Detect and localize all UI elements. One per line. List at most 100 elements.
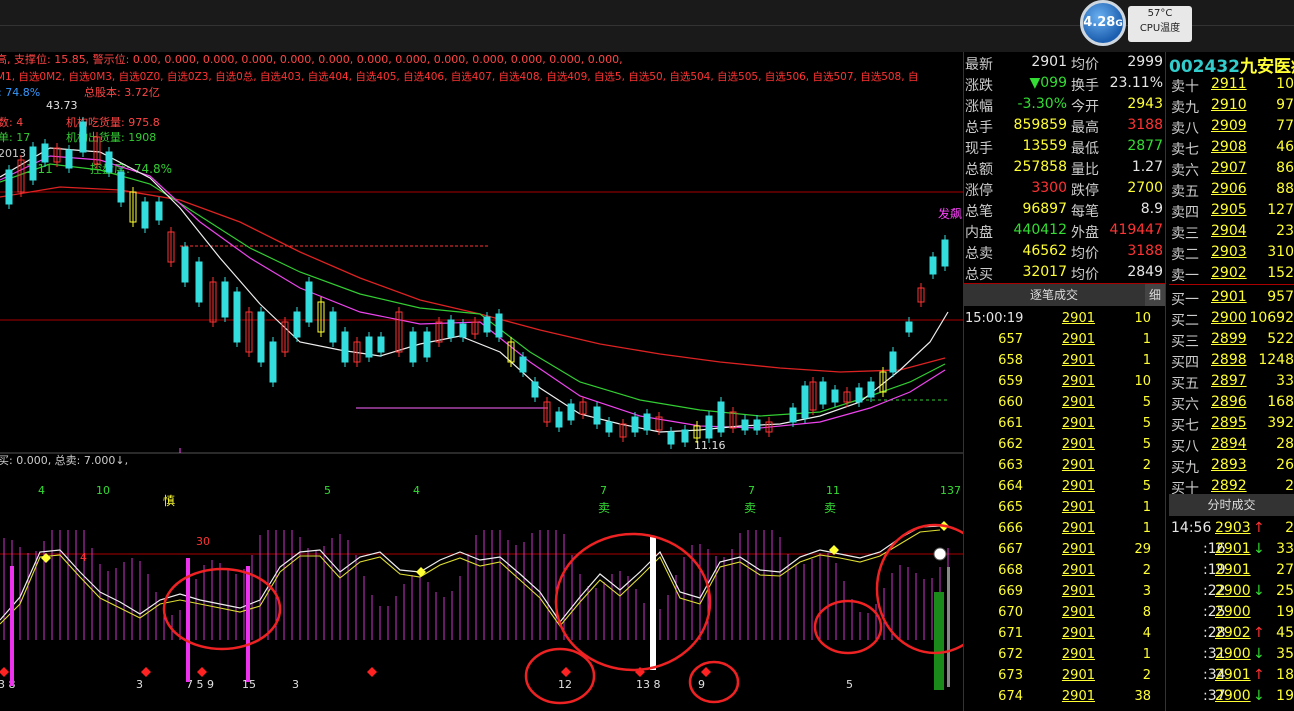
bid-row[interactable]: 买五 2897 33 [1169, 371, 1294, 392]
ask-row[interactable]: 卖四 2905 127 [1169, 200, 1294, 221]
trade-volume: 2 [1142, 563, 1151, 578]
kline-chart[interactable]: 高, 支撑位: 15.85, 警示位: 0.00, 0.000, 0.000, … [0, 52, 963, 711]
fa-label: 发飙 [938, 206, 962, 221]
timesale-row: 14:56 2903 ↑ 2 [1169, 518, 1294, 539]
bid-price: 2893 [1211, 457, 1247, 473]
ask-price: 2910 [1211, 97, 1247, 113]
quote-key: 外盘 [1071, 225, 1099, 241]
ind-diamond-marker [141, 667, 151, 677]
bid-row[interactable]: 买八 2894 28 [1169, 434, 1294, 455]
trade-volume: 5 [1142, 479, 1151, 494]
trades-detail-button[interactable]: 细 [1145, 284, 1165, 306]
trade-price: 2901 [1061, 416, 1095, 431]
ind-sell-label: 卖 [824, 501, 836, 515]
trade-volume: 1 [1142, 521, 1151, 536]
chart-area[interactable]: 高, 支撑位: 15.85, 警示位: 0.00, 0.000, 0.000, … [0, 52, 963, 711]
ask-row[interactable]: 卖二 2903 310 [1169, 242, 1294, 263]
quote-key: 均价 [1071, 267, 1099, 283]
timesales-header[interactable]: 分时成交 [1169, 494, 1294, 516]
ind-green-volume [934, 592, 944, 690]
ask-level: 卖六 [1171, 163, 1199, 179]
trade-row: 661 2901 5 [963, 413, 1153, 434]
quote-row: 总卖 46562 均价 3188 [963, 241, 1165, 262]
ask-level: 卖一 [1171, 268, 1199, 284]
ind-top-number: 4 [413, 484, 420, 497]
ask-row[interactable]: 卖五 2906 88 [1169, 179, 1294, 200]
trade-time: 669 [998, 584, 1023, 599]
indicator-bars [3, 530, 949, 640]
ask-row[interactable]: 卖七 2908 46 [1169, 137, 1294, 158]
ts-arrow: ↑ [1253, 625, 1265, 641]
ind-magenta-bar2 [246, 566, 250, 682]
trade-time: 660 [998, 395, 1023, 410]
bid-price: 2896 [1211, 394, 1247, 410]
bid-row[interactable]: 买六 2896 168 [1169, 392, 1294, 413]
trade-volume: 10 [1134, 311, 1151, 326]
ask-row[interactable]: 卖八 2909 77 [1169, 116, 1294, 137]
ask-price: 2907 [1211, 160, 1247, 176]
quote-key: 最新 [965, 57, 993, 73]
tab-trades[interactable]: 逐笔成交 [963, 284, 1145, 306]
ask-volume: 310 [1267, 244, 1294, 260]
trade-time: 672 [998, 647, 1023, 662]
trade-price: 2901 [1061, 689, 1095, 704]
ask-level: 卖七 [1171, 142, 1199, 158]
ind-diamond-marker [0, 667, 9, 677]
quote-key: 每笔 [1071, 204, 1099, 220]
trade-row: 669 2901 3 [963, 581, 1153, 602]
quote-value: 13559 [1022, 138, 1067, 154]
trades-detail-label: 细 [1148, 288, 1161, 302]
ts-volume: 2 [1285, 520, 1294, 536]
trade-price: 2901 [1061, 647, 1095, 662]
cpu-temp-c: 57°C [1147, 8, 1173, 19]
ind-magenta-bar0 [10, 566, 14, 686]
ask-price: 2903 [1211, 244, 1247, 260]
trade-volume: 3 [1142, 584, 1151, 599]
trade-row: 667 2901 29 [963, 539, 1153, 560]
ind-top-number: 4 [38, 484, 45, 497]
ask-volume: 77 [1276, 118, 1294, 134]
ind-diamond-marker [701, 667, 711, 677]
ask-row[interactable]: 卖六 2907 86 [1169, 158, 1294, 179]
tab-trades-label: 逐笔成交 [1029, 288, 1078, 302]
trade-volume: 1 [1142, 353, 1151, 368]
ask-price: 2902 [1211, 265, 1247, 281]
ts-price: 2901 [1215, 541, 1251, 557]
bid-level: 买二 [1171, 313, 1199, 329]
bid-level: 买七 [1171, 418, 1199, 434]
bid-row[interactable]: 买七 2895 392 [1169, 413, 1294, 434]
quote-row: 总手 859859 最高 3188 [963, 115, 1165, 136]
bid-row[interactable]: 买一 2901 957 [1169, 287, 1294, 308]
quote-key: 总卖 [965, 246, 993, 262]
quote-value: 23.11% [1109, 75, 1163, 91]
ask-row[interactable]: 卖一 2902 152 [1169, 263, 1294, 284]
annotation-circle-6 [875, 523, 963, 655]
bid-row[interactable]: 买二 2900 10692 [1169, 308, 1294, 329]
right-panel: 002432九安医疗 最新 2901 均价 2999 涨跌 ▼099换手 23.11% 涨幅 -… [963, 52, 1294, 711]
ask-row[interactable]: 卖十 2911 10 [1169, 74, 1294, 95]
bid-row[interactable]: 买三 2899 522 [1169, 329, 1294, 350]
ask-price: 2906 [1211, 181, 1247, 197]
ask-row[interactable]: 卖三 2904 23 [1169, 221, 1294, 242]
bid-level: 买九 [1171, 460, 1199, 476]
quote-key: 现手 [965, 141, 993, 157]
bid-price: 2895 [1211, 415, 1247, 431]
bid-row[interactable]: 买九 2893 26 [1169, 455, 1294, 476]
bid-row[interactable]: 买四 2898 1248 [1169, 350, 1294, 371]
timesale-row: :16 2901 ↓ 33 [1169, 539, 1294, 560]
trade-price: 2901 [1061, 563, 1095, 578]
trade-volume: 5 [1142, 416, 1151, 431]
quote-key: 总买 [965, 267, 993, 283]
quote-key: 最高 [1071, 120, 1099, 136]
ts-volume: 33 [1276, 541, 1294, 557]
timesale-row: :25 2900 19 [1169, 602, 1294, 623]
cpu-temp-widget[interactable]: 4.28G 57°C CPU温度 [1080, 0, 1192, 46]
indicator-line-white [0, 525, 941, 624]
ts-price: 2900 [1215, 583, 1251, 599]
ts-volume: 45 [1276, 625, 1294, 641]
stock-header: 002432九安医疗 [1169, 52, 1294, 74]
trade-row: 671 2901 4 [963, 623, 1153, 644]
ask-row[interactable]: 卖九 2910 97 [1169, 95, 1294, 116]
cpu-temp-label: CPU温度 [1139, 23, 1181, 34]
trade-row: 660 2901 5 [963, 392, 1153, 413]
